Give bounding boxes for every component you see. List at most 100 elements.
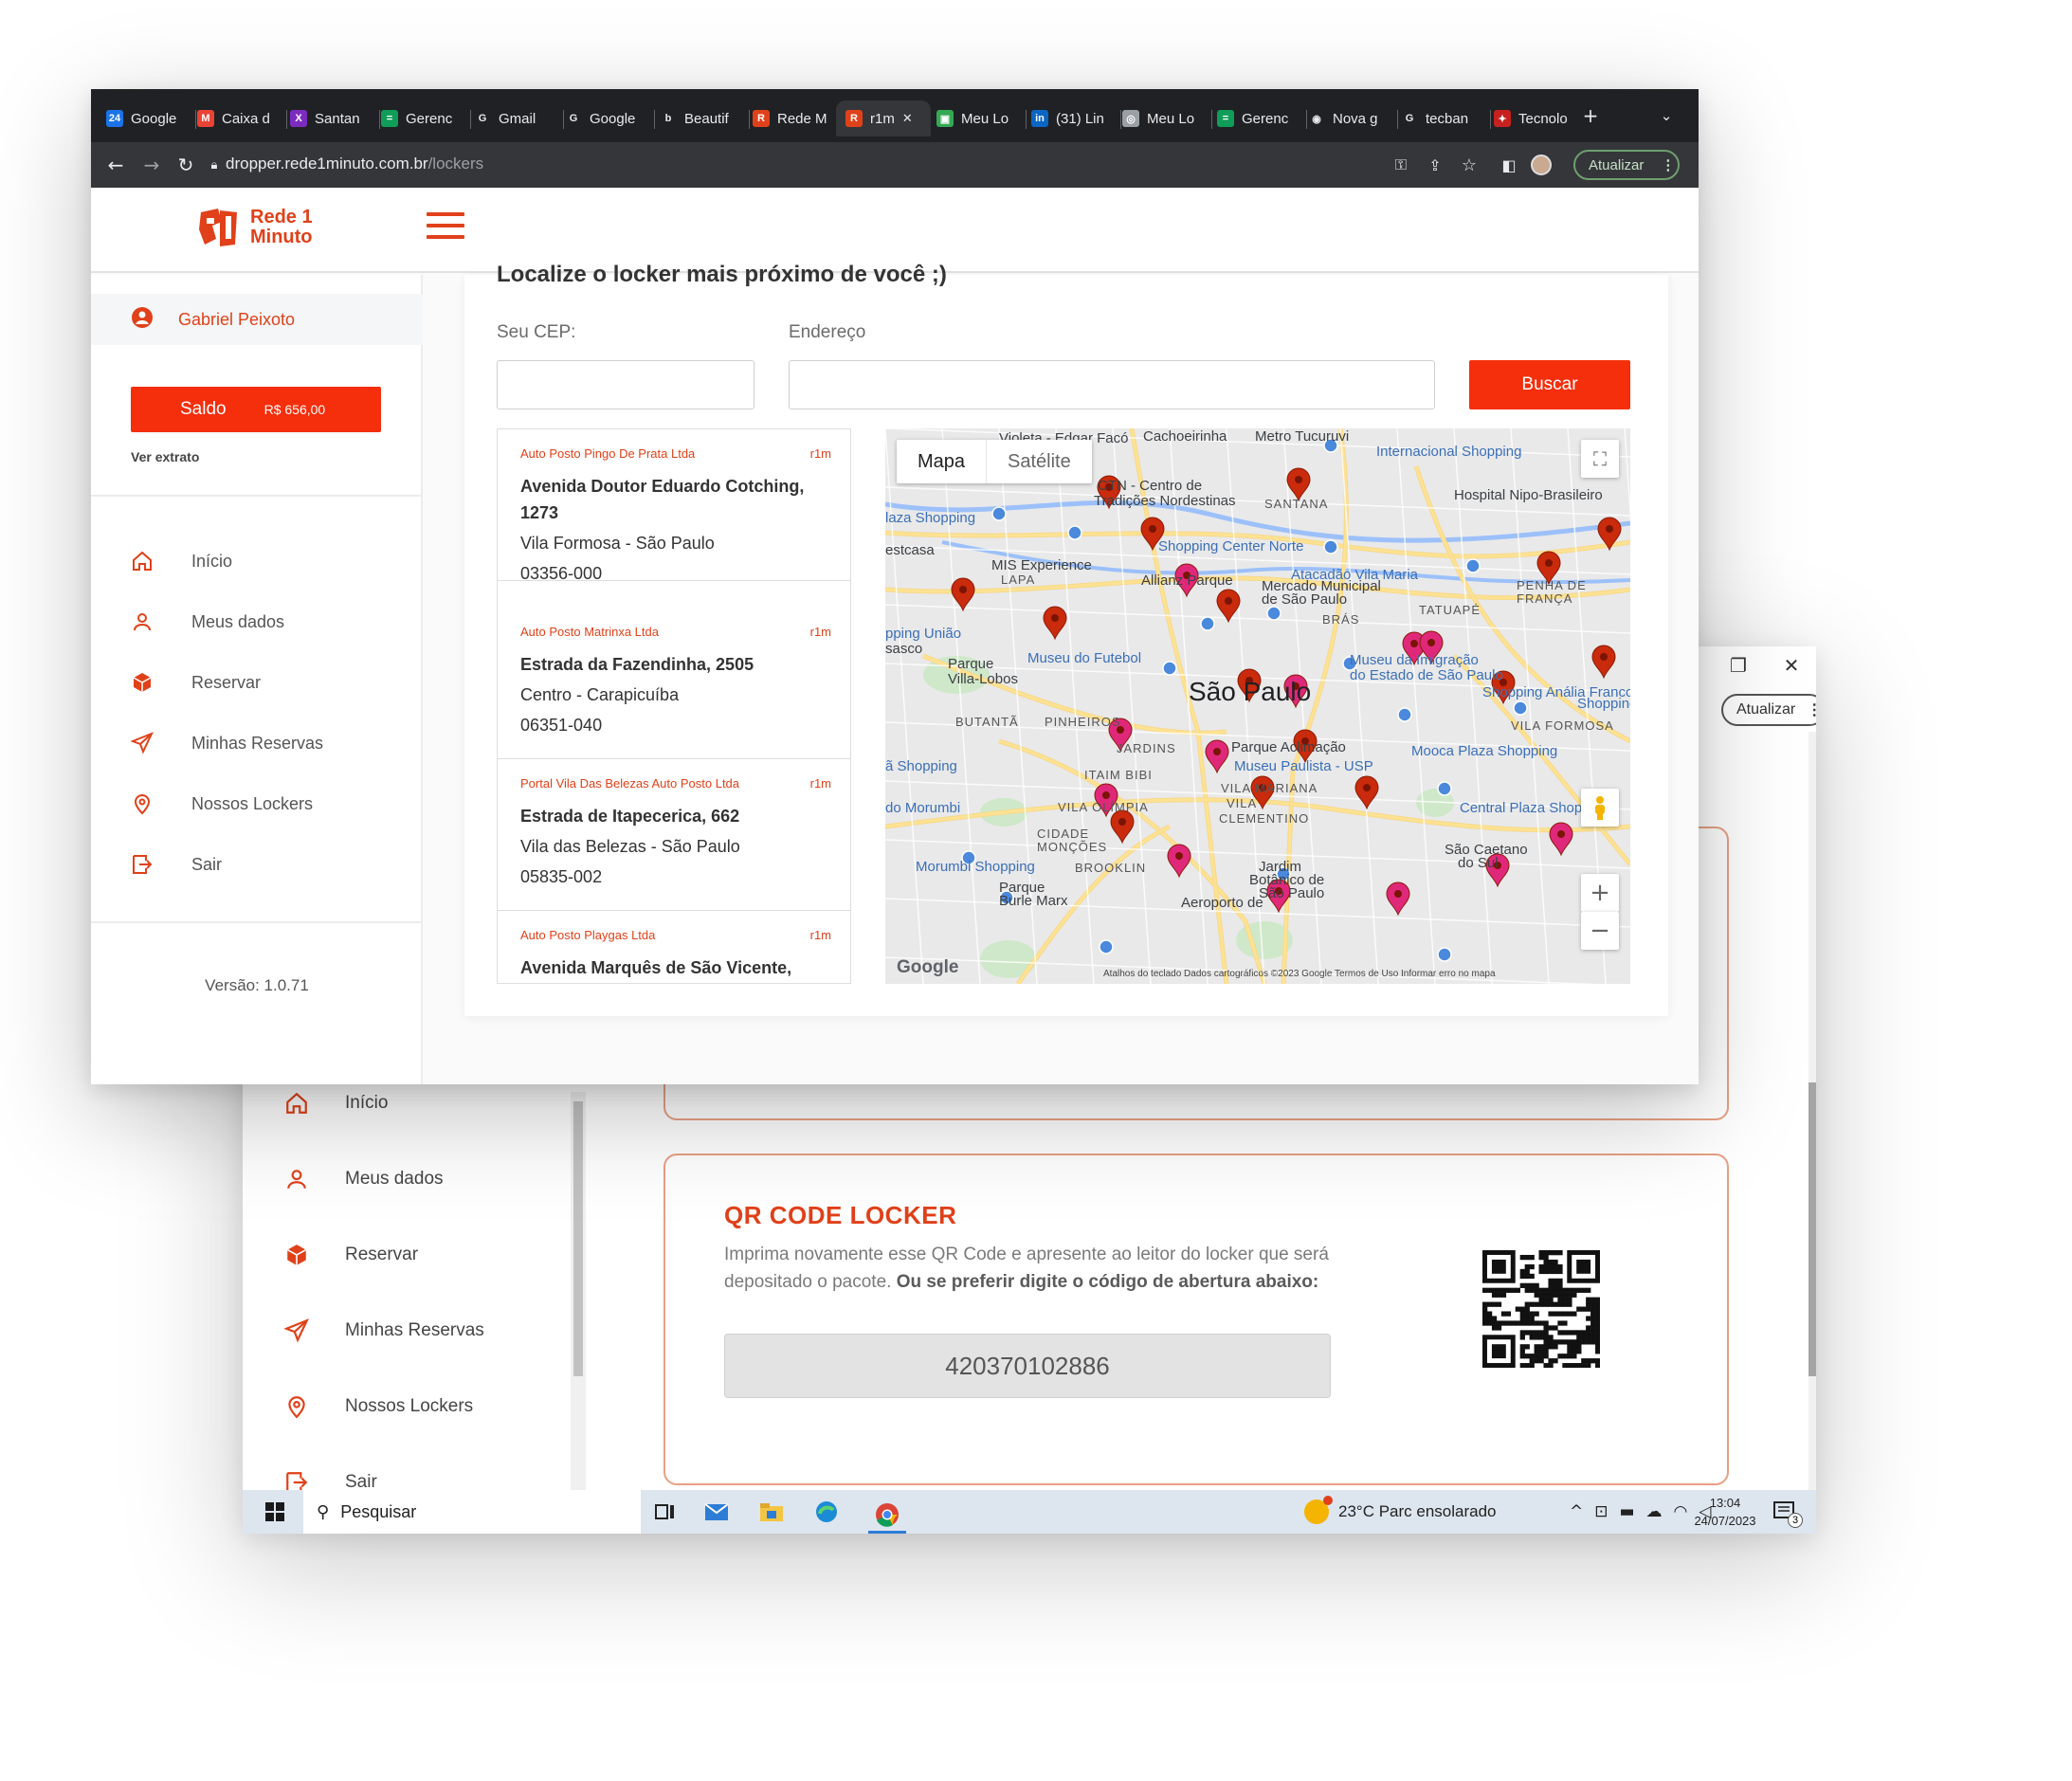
sidebar-item-inicio[interactable]: Início	[131, 542, 232, 580]
browser-tab[interactable]: Rr1m ✕	[836, 100, 931, 136]
map-place-label: Mooca Plaza Shopping	[1411, 743, 1558, 759]
profile-avatar[interactable]	[1530, 154, 1553, 176]
restore-window-icon[interactable]: ❐	[1712, 646, 1765, 684]
update-chrome-button[interactable]: Atualizar ⋮	[1573, 150, 1680, 180]
back-sidebar-item-nossos-lockers[interactable]: Nossos Lockers	[284, 1386, 473, 1427]
logo-mark-icon	[199, 209, 237, 246]
map-tab-mapa[interactable]: Mapa	[897, 440, 986, 483]
browser-tab[interactable]: = Gerenc	[1217, 100, 1300, 136]
browser-tab[interactable]: M Caixa d	[197, 100, 281, 136]
qr-module	[1553, 1259, 1558, 1265]
map-tab-satelite[interactable]: Satélite	[986, 440, 1092, 483]
qr-module	[1529, 1363, 1535, 1369]
back-sidebar-label: Nossos Lockers	[345, 1396, 474, 1416]
locker-cep: 03356-000	[520, 564, 603, 583]
hamburger-menu-icon[interactable]	[427, 212, 464, 241]
browser-tab[interactable]: ◎ Meu Lo	[1122, 100, 1206, 136]
qr-module	[1586, 1339, 1591, 1345]
back-arrow-icon[interactable]: ←	[104, 154, 127, 176]
street-view-pegman-icon[interactable]	[1581, 789, 1619, 827]
locker-list-item[interactable]: Auto Posto Matrinxa Ltda r1m Estrada da …	[498, 608, 850, 759]
back-sidebar-scrollbar[interactable]	[571, 1092, 586, 1490]
search-button[interactable]: Buscar	[1469, 360, 1630, 409]
map-place-label: VILA	[1227, 796, 1258, 810]
browser-tab[interactable]: 24 Google	[106, 100, 190, 136]
sidebar-item-meus-dados[interactable]: Meus dados	[131, 603, 284, 641]
qr-module	[1534, 1311, 1539, 1317]
sidebar-item-sair[interactable]: Sair	[131, 845, 222, 883]
zoom-in-icon[interactable]: +	[1581, 874, 1619, 912]
forward-arrow-icon[interactable]: →	[140, 154, 163, 176]
key-icon[interactable]: ⚿	[1390, 154, 1412, 176]
mail-app-icon[interactable]	[701, 1498, 732, 1526]
ver-extrato-link[interactable]: Ver extrato	[131, 449, 199, 464]
fullscreen-icon[interactable]: ⛶	[1581, 440, 1619, 478]
user-profile-row[interactable]: Gabriel Peixoto	[91, 294, 423, 345]
qr-module	[1529, 1358, 1535, 1364]
back-sidebar-item-minhas-reservas[interactable]: Minhas Reservas	[284, 1310, 484, 1352]
qr-module	[1543, 1363, 1549, 1369]
qr-code-card: QR CODE LOCKER Imprima novamente esse QR…	[663, 1154, 1729, 1485]
locker-list[interactable]: Auto Posto Pingo De Prata Ltda r1m Aveni…	[497, 428, 851, 984]
tab-search-chevron-icon[interactable]: ⌄	[1655, 104, 1678, 127]
new-tab-icon[interactable]: +	[1579, 104, 1602, 127]
edge-browser-icon[interactable]	[811, 1498, 842, 1526]
browser-tab[interactable]: b Beautif	[660, 100, 743, 136]
map-place-label: Hospital Nipo-Brasileiro	[1454, 487, 1603, 503]
back-page-scrollbar[interactable]	[1808, 732, 1816, 1490]
back-sidebar-item-meus-dados[interactable]: Meus dados	[284, 1158, 444, 1200]
map-place-label: São Paulo	[1189, 677, 1312, 706]
qr-module	[1529, 1316, 1535, 1321]
zoom-out-icon[interactable]: −	[1581, 912, 1619, 950]
map-attribution[interactable]: Atalhos do teclado Dados cartográficos ©…	[1103, 969, 1496, 979]
share-icon[interactable]: ⇪	[1424, 154, 1446, 176]
sidebar-item-reservar[interactable]: Reservar	[131, 663, 261, 701]
reload-icon[interactable]: ↻	[174, 154, 197, 176]
google-map[interactable]: Violeta - Edgar Facó Cachoeirinha Metro Tu…	[885, 428, 1630, 984]
locker-list-item[interactable]: Auto Posto Pingo De Prata Ltda r1m Aveni…	[498, 429, 850, 583]
browser-tab[interactable]: G Gmail	[474, 100, 557, 136]
chrome-browser-icon[interactable]	[868, 1498, 906, 1534]
sidebar-item-minhas-reservas[interactable]: Minhas Reservas	[131, 724, 323, 762]
cep-input[interactable]	[497, 360, 754, 409]
saldo-button[interactable]: Saldo R$ 656,00	[131, 387, 381, 432]
qr-module	[1586, 1306, 1591, 1312]
taskbar-search-box[interactable]: ⚲ Pesquisar	[303, 1490, 641, 1534]
address-input[interactable]	[789, 360, 1435, 409]
qr-module	[1548, 1287, 1554, 1293]
tab-separator	[470, 110, 471, 129]
browser-tab[interactable]: ✦ Tecnolo	[1494, 100, 1577, 136]
bookmark-star-icon[interactable]: ☆	[1458, 154, 1481, 176]
browser-tab[interactable]: Gtecban	[1401, 100, 1484, 136]
task-view-icon[interactable]	[650, 1498, 681, 1526]
rede1minuto-logo[interactable]: Rede 1 Minuto	[197, 207, 313, 248]
browser-tab[interactable]: = Gerenc	[381, 100, 464, 136]
qr-module	[1595, 1320, 1601, 1326]
qr-module	[1557, 1282, 1563, 1288]
locker-list-item[interactable]: Portal Vila Das Belezas Auto Posto Ltda …	[498, 759, 850, 911]
back-sidebar-item-reservar[interactable]: Reservar	[284, 1234, 418, 1276]
browser-tab[interactable]: in (31) Lin	[1031, 100, 1115, 136]
windows-start-icon[interactable]	[260, 1498, 290, 1526]
browser-tab[interactable]: G Google	[565, 100, 648, 136]
taskbar-clock[interactable]: 13:04 24/07/2023	[1687, 1494, 1763, 1530]
browser-tab[interactable]: R Rede M	[753, 100, 836, 136]
qr-code-image	[1482, 1250, 1601, 1372]
browser-tab[interactable]: ▣ Meu Lo	[936, 100, 1020, 136]
back-update-button[interactable]: Atualizar ⋮	[1721, 694, 1816, 726]
app-version: Versão: 1.0.71	[205, 976, 309, 994]
sidebar-item-nossos-lockers[interactable]: Nossos Lockers	[131, 785, 313, 823]
weather-widget[interactable]: 23°C Parc ensolarado	[1304, 1490, 1497, 1534]
locker-list-item[interactable]: Auto Posto Playgas Ltda r1m Avenida Marq…	[498, 911, 850, 983]
file-explorer-icon[interactable]	[756, 1498, 787, 1526]
notification-center-icon[interactable]: 3	[1772, 1499, 1803, 1528]
close-window-icon[interactable]: ✕	[1765, 646, 1816, 684]
browser-tab[interactable]: X Santan	[290, 100, 373, 136]
opening-code-field[interactable]: 420370102886	[724, 1334, 1331, 1398]
browser-tab[interactable]: ◉ Nova g	[1308, 100, 1391, 136]
close-tab-icon[interactable]: ✕	[902, 111, 913, 126]
url-field[interactable]: dropper.rede1minuto.com.br/lockers	[226, 154, 483, 173]
side-panel-icon[interactable]: ◧	[1498, 154, 1520, 176]
back-sidebar-item-inicio[interactable]: Início	[284, 1082, 388, 1124]
qr-module	[1567, 1339, 1572, 1345]
